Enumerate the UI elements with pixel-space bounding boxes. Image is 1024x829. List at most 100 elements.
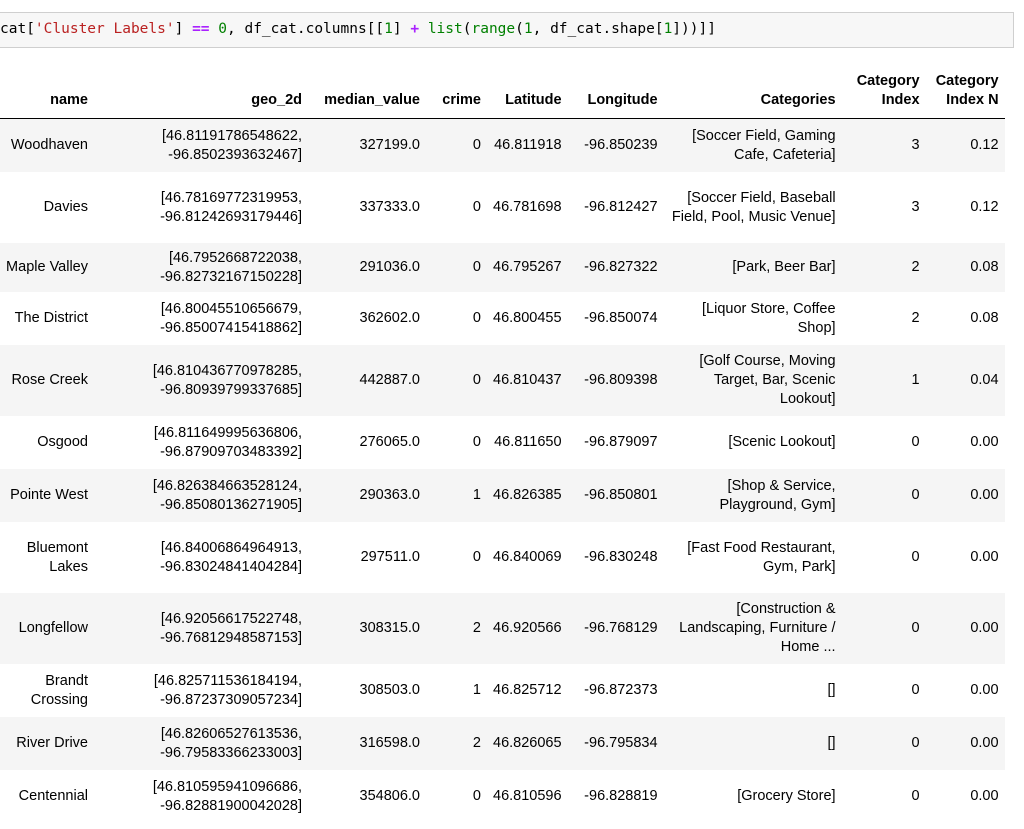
cell-category-index: 3 [911,199,920,215]
cell-category-index-n: 0.12 [970,137,999,153]
cell-median-value: 290363.0 [359,487,420,503]
cell-name: Maple Valley [6,259,88,275]
cell-categories: [Park, Beer Bar] [732,259,836,275]
cell-categories: [Construction & Landscaping, Furniture /… [679,601,836,655]
cell-categories: [Shop & Service, Playground, Gym] [719,477,836,513]
cell-category-index-n: 0.00 [970,487,999,503]
cell-median-value: 297511.0 [360,549,420,565]
table-row: Maple Valley [46.7952668722038, -96.8273… [0,243,1005,292]
cell-longitude: -96.850239 [584,137,658,153]
cell-category-index: 0 [911,487,920,503]
cell-crime: 2 [472,735,481,751]
cell-name: Brandt Crossing [30,672,88,708]
cell-category-index-n: 0.04 [970,372,999,388]
cell-longitude: -96.830248 [584,549,658,565]
cell-latitude: 46.795267 [493,259,562,275]
cell-category-index: 2 [911,310,920,326]
cell-longitude: -96.872373 [584,682,658,698]
column-header-geo-2d: geo_2d [94,72,308,119]
cell-categories: [] [827,735,836,751]
cell-median-value: 276065.0 [359,434,420,450]
cell-categories: [Soccer Field, Baseball Field, Pool, Mus… [671,189,836,225]
code-input-cell[interactable]: cat['Cluster Labels'] == 0, df_cat.colum… [0,12,1014,48]
cell-crime: 1 [472,487,481,503]
cell-crime: 0 [472,788,481,804]
code-builtin: range [471,21,516,37]
cell-category-index: 0 [911,735,920,751]
cell-name: Rose Creek [11,372,88,388]
cell-latitude: 46.825712 [493,682,562,698]
cell-crime: 0 [472,549,481,565]
cell-category-index-n: 0.00 [970,682,999,698]
cell-category-index: 0 [911,549,920,565]
table-row: Osgood [46.811649995636806, -96.87909703… [0,416,1005,469]
cell-geo-2d: [46.84006864964913, -96.83024841404284] [160,539,302,575]
cell-latitude: 46.840069 [493,549,562,565]
cell-categories: [Scenic Lookout] [728,434,836,450]
table-row: Bluemont Lakes [46.84006864964913, -96.8… [0,522,1005,593]
cell-geo-2d: [46.810436770978285, -96.80939799337685] [152,362,302,398]
cell-longitude: -96.809398 [584,372,658,388]
cell-geo-2d: [46.810595941096686, -96.82881900042028] [152,778,302,814]
cell-longitude: -96.850801 [584,487,658,503]
cell-longitude: -96.828819 [584,788,658,804]
cell-median-value: 354806.0 [359,788,420,804]
code-number: 1 [523,21,533,37]
cell-longitude: -96.827322 [584,259,658,275]
cell-geo-2d: [46.811649995636806, -96.87909703483392] [153,424,302,460]
column-header-longitude: Longitude [567,72,664,119]
cell-latitude: 46.781698 [493,199,562,215]
table-row: Pointe West [46.826384663528124, -96.850… [0,469,1005,522]
cell-categories: [Grocery Store] [737,788,836,804]
code-operator: == [192,21,210,37]
cell-crime: 0 [472,137,481,153]
cell-category-index: 1 [911,372,920,388]
code-number: 1 [663,21,673,37]
cell-category-index: 0 [911,434,920,450]
cell-crime: 0 [472,434,481,450]
cell-longitude: -96.879097 [584,434,658,450]
table-row: Davies [46.78169772319953, -96.812426931… [0,172,1005,243]
cell-crime: 0 [472,259,481,275]
cell-latitude: 46.800455 [493,310,562,326]
cell-name: Longfellow [18,620,88,636]
cell-median-value: 337333.0 [359,199,420,215]
cell-category-index: 0 [911,620,920,636]
cell-category-index: 0 [911,682,920,698]
cell-latitude: 46.826065 [493,735,562,751]
table-header-row: name geo_2d median_value crime Latitude … [0,72,1005,119]
cell-name: Centennial [18,788,88,804]
cell-latitude: 46.826385 [493,487,562,503]
cell-categories: [Fast Food Restaurant, Gym, Park] [687,539,836,575]
cell-name: Davies [43,199,88,215]
column-header-name: name [0,72,94,119]
cell-name: Woodhaven [10,137,88,153]
cell-category-index-n: 0.12 [970,199,999,215]
code-operator: + [410,21,420,37]
cell-median-value: 362602.0 [359,310,420,326]
cell-longitude: -96.768129 [584,620,658,636]
cell-latitude: 46.811650 [494,434,562,450]
table-row: Longfellow [46.92056617522748, -96.76812… [0,593,1005,664]
cell-geo-2d: [46.80045510656679, -96.85007415418862] [160,300,302,336]
cell-geo-2d: [46.92056617522748, -96.76812948587153] [160,610,302,646]
cell-geo-2d: [46.81191786548622, -96.8502393632467] [161,127,302,163]
cell-geo-2d: [46.7952668722038, -96.82732167150228] [160,249,302,285]
table-row: Centennial [46.810595941096686, -96.8288… [0,770,1005,823]
table-row: Woodhaven [46.81191786548622, -96.850239… [0,118,1005,172]
cell-category-index-n: 0.08 [970,259,999,275]
cell-geo-2d: [46.82606527613536, -96.79583366233003] [160,725,302,761]
cell-categories: [Golf Course, Moving Target, Bar, Scenic… [699,353,836,407]
cell-category-index-n: 0.00 [970,735,999,751]
cell-name: The District [14,310,88,326]
cell-longitude: -96.850074 [584,310,658,326]
code-line[interactable]: cat['Cluster Labels'] == 0, df_cat.colum… [0,21,716,37]
table-row: The District [46.80045510656679, -96.850… [0,292,1005,345]
column-header-categories: Categories [663,72,842,119]
cell-latitude: 46.810596 [493,788,562,804]
cell-category-index-n: 0.00 [970,549,999,565]
cell-latitude: 46.811918 [494,137,562,153]
table-row: Brandt Crossing [46.825711536184194, -96… [0,664,1005,717]
cell-category-index: 0 [911,788,920,804]
cell-categories: [] [827,682,836,698]
